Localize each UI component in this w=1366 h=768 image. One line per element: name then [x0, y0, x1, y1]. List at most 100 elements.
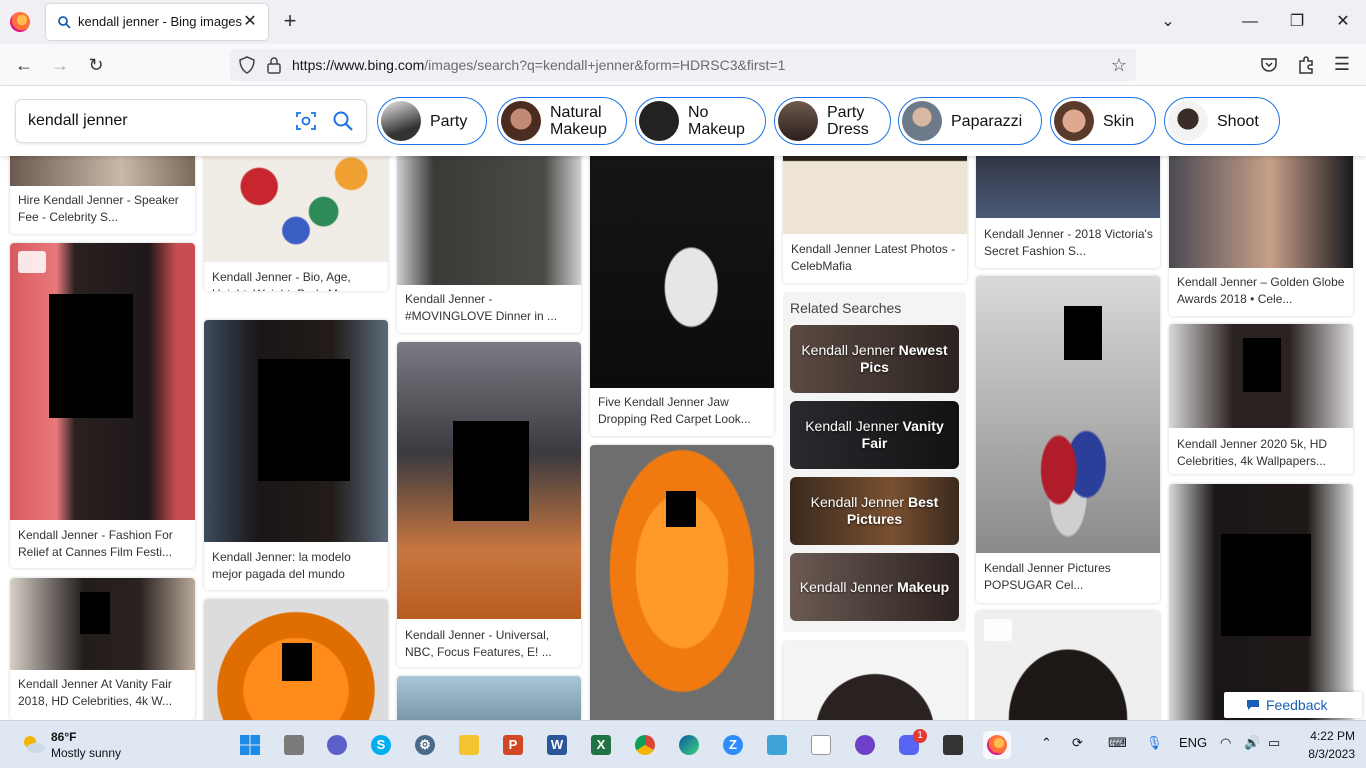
tracking-protection-shield-icon[interactable] [238, 56, 256, 74]
sync-icon[interactable]: ⟳ [1072, 735, 1083, 751]
forward-arrow-icon[interactable]: → [46, 52, 74, 78]
pill-shoot[interactable]: Shoot [1164, 97, 1280, 145]
image-result-card[interactable] [976, 611, 1160, 720]
result-image[interactable] [1169, 484, 1353, 720]
image-result-card[interactable] [397, 676, 581, 720]
feedback-button[interactable]: Feedback [1224, 692, 1362, 718]
pill-no-makeup[interactable]: No Makeup [635, 97, 766, 145]
clock-date[interactable]: 8/3/2023 [1296, 747, 1355, 761]
image-result-card[interactable] [783, 642, 967, 720]
result-image[interactable] [397, 156, 581, 285]
reload-icon[interactable]: ↻ [82, 52, 110, 78]
result-image[interactable] [397, 342, 581, 619]
result-image[interactable] [1169, 156, 1353, 268]
clock-time[interactable]: 4:22 PM [1305, 729, 1355, 743]
result-image[interactable] [204, 320, 388, 542]
pill-paparazzi[interactable]: Paparazzi [898, 97, 1042, 145]
image-result-card[interactable] [1169, 484, 1353, 720]
zoom-icon[interactable]: Z [719, 731, 747, 759]
battery-icon[interactable]: ▭ [1268, 735, 1280, 751]
image-result-card[interactable]: Kendall Jenner - Universal, NBC, Focus F… [397, 342, 581, 667]
restore-window-icon[interactable]: ❐ [1285, 10, 1309, 34]
image-result-card[interactable] [590, 445, 774, 720]
result-image[interactable] [204, 599, 388, 720]
weather-temperature[interactable]: 86°F [51, 730, 76, 744]
blank-document-icon[interactable] [807, 731, 835, 759]
github-icon[interactable] [851, 731, 879, 759]
search-magnifier-icon[interactable] [332, 110, 354, 132]
image-result-card[interactable]: Kendall Jenner - #MOVINGLOVE Dinner in .… [397, 156, 581, 333]
related-search-text[interactable]: Kendall Jenner Newest Pics [794, 325, 955, 393]
volume-icon[interactable]: 🔊 [1244, 735, 1260, 751]
show-hidden-icons-chevron-icon[interactable]: ⌃ [1041, 735, 1052, 751]
result-caption[interactable]: Five Kendall Jenner Jaw Dropping Red Car… [598, 394, 768, 428]
skype-icon[interactable]: S [367, 731, 395, 759]
result-caption[interactable]: Kendall Jenner - Universal, NBC, Focus F… [405, 627, 575, 661]
result-image[interactable] [1169, 324, 1353, 428]
result-image[interactable] [976, 276, 1160, 553]
teams-chat-icon[interactable] [323, 731, 351, 759]
file-explorer-folder-icon[interactable] [455, 731, 483, 759]
task-view-icon[interactable] [280, 731, 308, 759]
list-all-tabs-chevron-icon[interactable]: ⌄ [1156, 10, 1180, 34]
firefox-taskbar-icon[interactable] [983, 731, 1011, 759]
bookmark-star-icon[interactable]: ☆ [1108, 54, 1130, 76]
related-search-tile[interactable]: Kendall Jenner Newest Pics [790, 325, 959, 393]
related-search-tile[interactable]: Kendall Jenner Best Pictures [790, 477, 959, 545]
image-result-card[interactable]: Kendall Jenner – Golden Globe Awards 201… [1169, 156, 1353, 316]
result-caption[interactable]: Kendall Jenner: la modelo mejor pagada d… [212, 549, 382, 583]
result-caption[interactable]: Kendall Jenner - Fashion For Relief at C… [18, 527, 189, 561]
image-result-card[interactable]: Kendall Jenner - 2018 Victoria's Secret … [976, 156, 1160, 268]
pill-skin[interactable]: Skin [1050, 97, 1156, 145]
settings-gear-icon[interactable]: ⚙ [411, 731, 439, 759]
result-image[interactable] [590, 156, 774, 388]
firefox-logo-icon[interactable] [10, 12, 30, 32]
result-image[interactable] [204, 156, 388, 262]
extensions-puzzle-icon[interactable] [1297, 55, 1315, 75]
result-image[interactable] [590, 445, 774, 720]
address-bar[interactable]: https://www.bing.com/images/search?q=ken… [230, 49, 1136, 81]
wifi-icon[interactable]: ◠ [1220, 735, 1231, 751]
related-search-text[interactable]: Kendall Jenner Vanity Fair [794, 401, 955, 469]
keyboard-icon[interactable]: ⌨ [1108, 735, 1127, 751]
lock-icon[interactable] [266, 56, 282, 74]
terminal-icon[interactable] [939, 731, 967, 759]
image-result-card[interactable]: Kendall Jenner: la modelo mejor pagada d… [204, 320, 388, 590]
excel-icon[interactable]: X [587, 731, 615, 759]
pill-party-dress[interactable]: Party Dress [774, 97, 891, 145]
result-image[interactable] [783, 156, 967, 234]
pill-natural-makeup[interactable]: Natural Makeup [497, 97, 627, 145]
minimize-window-icon[interactable]: — [1238, 10, 1262, 34]
tab-close-icon[interactable]: ✕ [240, 12, 260, 32]
visual-search-camera-icon[interactable] [295, 110, 317, 132]
result-image[interactable] [397, 676, 581, 720]
result-caption[interactable]: Kendall Jenner At Vanity Fair 2018, HD C… [18, 676, 189, 710]
image-result-card[interactable] [204, 599, 388, 720]
chrome-icon[interactable] [631, 731, 659, 759]
result-caption[interactable]: Kendall Jenner Latest Photos - CelebMafi… [791, 241, 961, 275]
image-result-card[interactable]: Kendall Jenner Pictures POPSUGAR Cel... [976, 276, 1160, 603]
result-caption[interactable]: Kendall Jenner - #MOVINGLOVE Dinner in .… [405, 291, 575, 325]
close-window-icon[interactable]: ✕ [1331, 10, 1355, 34]
result-caption[interactable]: Kendall Jenner - 2018 Victoria's Secret … [984, 226, 1154, 260]
image-result-card[interactable]: Kendall Jenner Latest Photos - CelebMafi… [783, 156, 967, 283]
image-result-card[interactable]: Hire Kendall Jenner - Speaker Fee - Cele… [10, 156, 195, 234]
search-box[interactable] [16, 100, 366, 142]
result-caption[interactable]: Kendall Jenner 2020 5k, HD Celebrities, … [1177, 436, 1347, 470]
hamburger-menu-icon[interactable]: ☰ [1332, 54, 1352, 74]
pill-party[interactable]: Party [377, 97, 487, 145]
start-windows-icon[interactable] [236, 731, 264, 759]
image-result-card[interactable]: Five Kendall Jenner Jaw Dropping Red Car… [590, 156, 774, 436]
powerpoint-icon[interactable]: P [499, 731, 527, 759]
new-tab-button[interactable]: + [278, 10, 302, 34]
discord-icon[interactable]: 1 [895, 729, 927, 759]
image-result-card[interactable]: Kendall Jenner - Bio, Age, Height, Weigh… [204, 156, 388, 291]
url-text[interactable]: https://www.bing.com/images/search?q=ken… [292, 57, 785, 73]
result-image[interactable] [10, 243, 195, 520]
image-result-card[interactable]: Kendall Jenner At Vanity Fair 2018, HD C… [10, 578, 195, 720]
notepad-icon[interactable] [763, 731, 791, 759]
result-caption[interactable]: Kendall Jenner Pictures POPSUGAR Cel... [984, 560, 1154, 594]
related-search-text[interactable]: Kendall Jenner Makeup [794, 553, 955, 621]
microphone-icon[interactable]: 🎙 [1146, 735, 1163, 751]
result-image[interactable] [783, 642, 967, 720]
